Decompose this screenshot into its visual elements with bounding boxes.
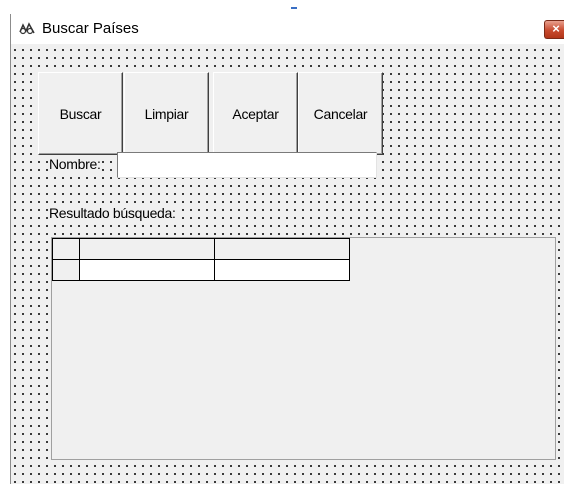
row-header-cell[interactable] (52, 259, 80, 281)
app-icon (18, 22, 36, 36)
table-row[interactable] (52, 259, 350, 281)
close-icon: × (552, 21, 560, 36)
cancelar-button-label: Cancelar (313, 105, 368, 122)
buscar-button[interactable]: Buscar (38, 72, 123, 155)
aceptar-button-label: Aceptar (232, 105, 279, 122)
limpiar-button[interactable]: Limpiar (124, 72, 209, 155)
column-header[interactable] (214, 238, 350, 260)
form-window: Buscar Países × Buscar Limpiar Aceptar C… (10, 14, 564, 484)
form-designer-surface: Buscar Limpiar Aceptar Cancelar Nombre: … (11, 44, 564, 484)
results-table (52, 238, 350, 281)
table-cell[interactable] (79, 259, 215, 281)
buscar-button-label: Buscar (59, 105, 102, 122)
corner-cell (52, 238, 80, 260)
results-grid[interactable] (51, 237, 556, 460)
title-bar: Buscar Países × (11, 14, 564, 44)
header-row (52, 238, 350, 260)
column-header[interactable] (79, 238, 215, 260)
stray-mark (291, 7, 297, 9)
name-input[interactable] (117, 152, 377, 178)
window-title: Buscar Países (42, 20, 139, 37)
result-label: Resultado búsqueda: (48, 205, 177, 221)
table-cell[interactable] (214, 259, 350, 281)
limpiar-button-label: Limpiar (144, 105, 189, 122)
cancelar-button[interactable]: Cancelar (298, 72, 383, 155)
close-button[interactable]: × (544, 20, 564, 39)
aceptar-button[interactable]: Aceptar (213, 72, 298, 155)
name-label: Nombre: (48, 156, 102, 172)
